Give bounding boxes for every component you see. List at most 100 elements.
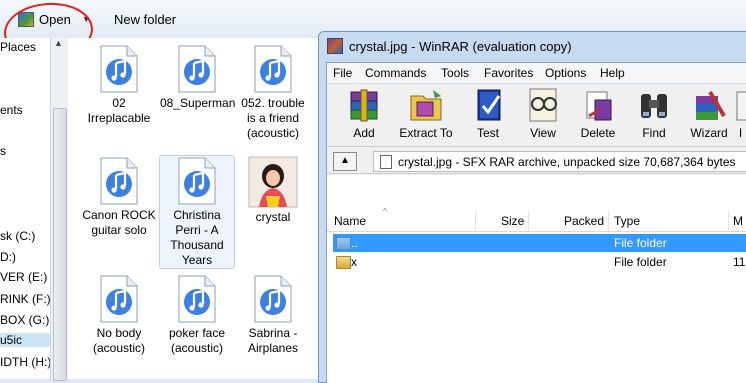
folder-up-icon xyxy=(336,237,351,250)
list-row[interactable]: x File folder 11, xyxy=(333,253,746,271)
dropdown-arrow-icon[interactable]: ▼ xyxy=(82,14,91,24)
file-name: 08_Superman xyxy=(160,96,236,110)
nav-item[interactable]: Places xyxy=(0,40,36,54)
music-file-icon xyxy=(178,275,216,323)
archive-path-field[interactable]: crystal.jpg - SFX RAR archive, unpacked … xyxy=(373,151,746,172)
file-item[interactable]: crystal xyxy=(236,156,310,225)
find-icon xyxy=(641,94,667,118)
up-one-level-button[interactable]: ▲ xyxy=(333,152,357,171)
music-file-icon xyxy=(100,45,138,93)
info-icon xyxy=(736,91,746,121)
path-bar: ▲ crystal.jpg - SFX RAR archive, unpacke… xyxy=(327,149,746,174)
nav-item[interactable]: IDTH (H:) xyxy=(0,355,50,369)
archive-file-list: Name ^ Size Packed Type M .. File folder… xyxy=(327,175,746,383)
file-name: Canon ROCK guitar solo xyxy=(82,208,156,237)
menu-favorites[interactable]: Favorites xyxy=(484,66,533,80)
tool-label: Test xyxy=(476,126,499,140)
wizard-icon xyxy=(696,90,726,120)
file-item[interactable]: 08_Superman xyxy=(160,44,236,111)
new-folder-button[interactable]: New folder xyxy=(114,12,176,27)
file-item[interactable]: 052. trouble is a friend (acoustic) xyxy=(236,44,310,141)
open-button[interactable]: Open ▼ xyxy=(14,8,95,30)
music-file-icon xyxy=(178,45,216,93)
file-item[interactable]: Sabrina - Airplanes xyxy=(236,274,310,356)
file-name: 052. trouble is a friend (acoustic) xyxy=(241,96,305,140)
nav-scrollbar[interactable]: ▲ xyxy=(50,38,68,381)
file-name: 02 Irreplacable xyxy=(87,96,151,125)
view-button[interactable]: View xyxy=(514,86,572,140)
music-file-icon xyxy=(100,157,138,205)
nav-item[interactable]: VER (E:) xyxy=(0,270,47,284)
image-thumbnail-icon xyxy=(248,156,298,208)
nav-item[interactable]: s xyxy=(0,144,6,158)
file-item-selected[interactable]: Christina Perri - A Thousand Years xyxy=(159,155,235,269)
music-file-icon xyxy=(254,275,292,323)
nav-item[interactable]: sk (C:) xyxy=(0,229,35,243)
wizard-button[interactable]: Wizard xyxy=(680,86,738,140)
tool-label: View xyxy=(530,126,556,140)
folder-icon xyxy=(336,256,351,269)
menu-options[interactable]: Options xyxy=(545,66,586,80)
column-size[interactable]: Size xyxy=(501,214,524,228)
extract-icon xyxy=(410,90,442,121)
music-file-icon xyxy=(178,157,216,205)
winrar-app-icon xyxy=(18,11,34,27)
find-button[interactable]: Find xyxy=(625,86,683,140)
nav-item[interactable]: RINK (F:) xyxy=(0,292,50,306)
file-name: crystal xyxy=(255,210,291,224)
row-modified: 11, xyxy=(733,255,746,269)
winrar-title-bar[interactable]: crystal.jpg - WinRAR (evaluation copy) xyxy=(327,36,572,56)
row-type: File folder xyxy=(614,255,667,269)
column-packed[interactable]: Packed xyxy=(564,214,604,228)
file-item[interactable]: poker face (acoustic) xyxy=(160,274,234,356)
list-row-selected[interactable]: .. File folder xyxy=(333,234,746,252)
menu-file[interactable]: File xyxy=(333,66,352,80)
file-name: Christina Perri - A Thousand Years xyxy=(170,208,224,267)
row-name: x xyxy=(351,255,357,269)
add-button[interactable]: Add xyxy=(335,86,393,140)
delete-button[interactable]: Delete xyxy=(569,86,627,140)
file-name: No body (acoustic) xyxy=(92,326,145,355)
tool-label: Extract To xyxy=(399,126,453,140)
file-item[interactable]: 02 Irreplacable xyxy=(82,44,156,126)
winrar-toolbar: Add Extract To Test View Delete Find Wiz… xyxy=(327,84,746,147)
extract-to-button[interactable]: Extract To xyxy=(397,86,455,140)
nav-item-selected[interactable]: u5ic xyxy=(0,333,50,347)
winrar-client-area: File Commands Tools Favorites Options He… xyxy=(326,62,746,383)
info-button[interactable]: I xyxy=(731,86,746,140)
menu-tools[interactable]: Tools xyxy=(441,66,469,80)
menu-commands[interactable]: Commands xyxy=(365,66,426,80)
tool-label: Delete xyxy=(580,126,616,140)
tool-label: Wizard xyxy=(690,126,728,140)
nav-item[interactable]: BOX (G:) xyxy=(0,313,49,327)
music-file-icon xyxy=(254,45,292,93)
scroll-up-arrow-icon[interactable]: ▲ xyxy=(54,38,63,48)
test-button[interactable]: Test xyxy=(459,86,517,140)
nav-item[interactable]: D:) xyxy=(0,250,16,264)
column-name[interactable]: Name xyxy=(334,214,366,228)
delete-icon xyxy=(586,91,612,121)
tool-label: Add xyxy=(353,126,375,140)
menu-help[interactable]: Help xyxy=(600,66,625,80)
nav-item[interactable]: ents xyxy=(0,103,23,117)
file-name: Sabrina - Airplanes xyxy=(247,326,299,355)
sort-arrow-icon: ^ xyxy=(383,207,387,216)
add-archive-icon xyxy=(350,89,378,122)
winrar-app-icon xyxy=(327,38,343,54)
file-item[interactable]: Canon ROCK guitar solo xyxy=(82,156,156,238)
window-title: crystal.jpg - WinRAR (evaluation copy) xyxy=(349,38,572,54)
navigation-pane: Places ents s sk (C:) D:) VER (E:) RINK … xyxy=(0,38,51,379)
scroll-thumb[interactable] xyxy=(53,108,67,381)
tool-label: I xyxy=(738,126,743,140)
menu-bar: File Commands Tools Favorites Options He… xyxy=(327,63,746,84)
column-type[interactable]: Type xyxy=(614,214,640,228)
row-type: File folder xyxy=(614,236,667,250)
row-name: .. xyxy=(351,236,358,250)
music-file-icon xyxy=(100,275,138,323)
open-label: Open xyxy=(39,11,71,27)
list-header: Name ^ Size Packed Type M xyxy=(327,207,746,232)
file-grid: 02 Irreplacable 08_Superman 052. trouble… xyxy=(68,38,318,379)
file-item[interactable]: No body (acoustic) xyxy=(82,274,156,356)
column-modified[interactable]: M xyxy=(733,214,743,228)
winrar-window: crystal.jpg - WinRAR (evaluation copy) F… xyxy=(318,31,746,383)
